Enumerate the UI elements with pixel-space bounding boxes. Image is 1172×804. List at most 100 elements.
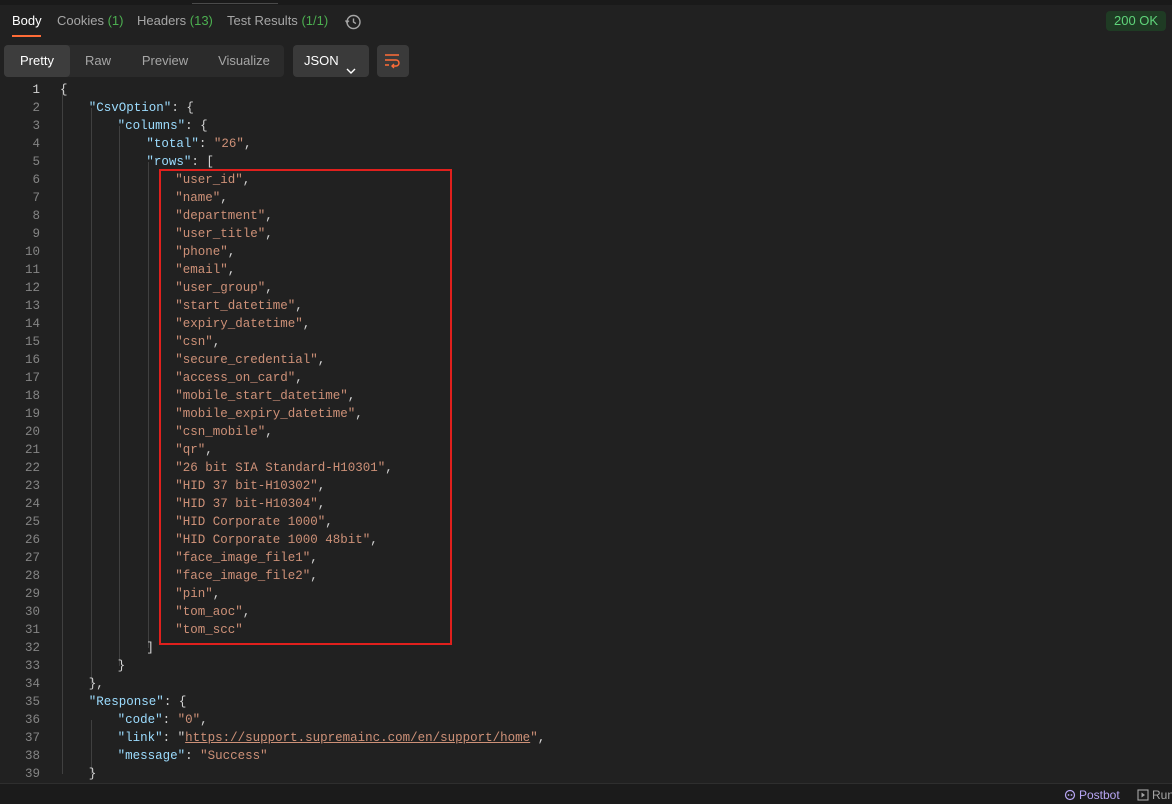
code-text: "access_on_card",: [175, 369, 303, 387]
json-punctuation: {: [60, 83, 68, 97]
code-line: 15 "csn",: [0, 333, 1172, 351]
line-number: 25: [24, 515, 40, 529]
code-text: "code": "0",: [118, 711, 208, 729]
json-string: "26 bit SIA Standard-H10301": [175, 461, 386, 475]
code-text: "Response": {: [89, 693, 187, 711]
response-link[interactable]: https://support.supremainc.com/en/suppor…: [185, 731, 530, 745]
code-text: "department",: [175, 207, 273, 225]
line-number: 4: [32, 137, 40, 151]
view-preview-button[interactable]: Preview: [126, 45, 204, 77]
code-text: "link": "https://support.supremainc.com/…: [118, 729, 546, 747]
code-line: 20 "csn_mobile",: [0, 423, 1172, 441]
status-bar: Postbot Run: [0, 783, 1172, 804]
json-punctuation: :: [162, 713, 178, 727]
runner-label: Run: [1152, 788, 1172, 802]
json-punctuation: }: [88, 767, 97, 781]
json-key: "rows": [146, 155, 192, 169]
line-number: 13: [24, 299, 40, 313]
json-punctuation: ,: [385, 461, 393, 475]
line-number: 17: [24, 371, 40, 385]
line-number: 34: [24, 677, 40, 691]
postbot-button[interactable]: Postbot: [1064, 788, 1120, 802]
code-line: 24 "HID 37 bit-H10304",: [0, 495, 1172, 513]
json-string: "tom_aoc": [175, 605, 243, 619]
code-text: "pin",: [175, 585, 220, 603]
tab-cookies-label: Cookies: [57, 13, 104, 28]
view-mode-group: Pretty Raw Preview Visualize: [4, 45, 284, 77]
code-line: 36 "code": "0",: [0, 711, 1172, 729]
code-line: 13 "start_datetime",: [0, 297, 1172, 315]
code-line: 28 "face_image_file2",: [0, 567, 1172, 585]
line-number: 15: [24, 335, 40, 349]
line-number: 21: [24, 443, 40, 457]
code-line: 22 "26 bit SIA Standard-H10301",: [0, 459, 1172, 477]
line-number: 39: [24, 767, 40, 781]
json-string: "email": [175, 263, 228, 277]
code-text: "columns": {: [118, 117, 208, 135]
json-string: "start_datetime": [175, 299, 296, 313]
json-punctuation: ,: [295, 371, 303, 385]
code-line: 9 "user_title",: [0, 225, 1172, 243]
code-text: },: [89, 675, 104, 693]
code-line: 3 "columns": {: [0, 117, 1172, 135]
tab-test-results-count: (1/1): [301, 13, 329, 28]
json-punctuation: ,: [242, 605, 251, 619]
json-string: "face_image_file1": [175, 551, 311, 565]
json-punctuation: ,: [212, 335, 221, 349]
tab-test-results[interactable]: Test Results (1/1): [227, 13, 328, 28]
view-raw-button[interactable]: Raw: [70, 45, 126, 77]
view-visualize-button[interactable]: Visualize: [204, 45, 284, 77]
json-string: "HID Corporate 1000 48bit": [175, 533, 371, 547]
runner-button[interactable]: Run: [1137, 788, 1172, 802]
line-number: 12: [24, 281, 40, 295]
line-number: 23: [24, 479, 40, 493]
code-text: "phone",: [175, 243, 235, 261]
json-punctuation: :: [185, 749, 201, 763]
json-string: "0": [177, 713, 201, 727]
code-line: 34},: [0, 675, 1172, 693]
tab-headers-label: Headers: [137, 13, 187, 28]
json-string: "HID 37 bit-H10304": [175, 497, 318, 511]
response-toolbar: Pretty Raw Preview Visualize JSON: [0, 45, 1172, 77]
tab-headers[interactable]: Headers (13): [137, 13, 213, 28]
wrap-lines-button[interactable]: [377, 45, 409, 77]
json-punctuation: ,: [243, 137, 252, 151]
line-number: 11: [24, 263, 40, 277]
json-punctuation: ,: [370, 533, 378, 547]
code-text: ]: [146, 639, 154, 657]
code-line: 21 "qr",: [0, 441, 1172, 459]
json-string: "access_on_card": [175, 371, 296, 385]
line-number: 38: [24, 749, 40, 763]
line-number: 31: [24, 623, 40, 637]
code-text: "user_group",: [175, 279, 273, 297]
format-select[interactable]: JSON: [293, 45, 369, 77]
json-string: "user_id": [175, 173, 243, 187]
json-punctuation: ,: [317, 353, 326, 367]
code-text: "CsvOption": {: [89, 99, 194, 117]
json-punctuation: ,: [325, 515, 333, 529]
code-text: "face_image_file2",: [175, 567, 318, 585]
line-number: 33: [24, 659, 40, 673]
json-string: "mobile_expiry_datetime": [175, 407, 356, 421]
code-editor[interactable]: 1{2 "CsvOption": {3 "columns": {4 "total": …: [0, 81, 1172, 783]
tab-cookies[interactable]: Cookies (1): [57, 13, 123, 28]
json-string: "qr": [175, 443, 206, 457]
wrap-lines-icon: [385, 54, 400, 69]
line-number: 27: [24, 551, 40, 565]
code-line: 23 "HID 37 bit-H10302",: [0, 477, 1172, 495]
line-number: 37: [24, 731, 40, 745]
line-number: 1: [32, 83, 40, 97]
line-number: 22: [24, 461, 40, 475]
json-punctuation: : {: [171, 101, 194, 115]
code-line: 35 "Response": {: [0, 693, 1172, 711]
code-line: 26 "HID Corporate 1000 48bit",: [0, 531, 1172, 549]
tab-body[interactable]: Body: [12, 13, 42, 28]
view-pretty-button[interactable]: Pretty: [4, 45, 70, 77]
line-number: 36: [24, 713, 40, 727]
code-text: "HID 37 bit-H10302",: [175, 477, 325, 495]
code-text: "tom_aoc",: [175, 603, 250, 621]
json-string: "csn_mobile": [175, 425, 266, 439]
history-icon[interactable]: [344, 13, 362, 31]
json-key: "code": [117, 713, 163, 727]
line-number: 5: [32, 155, 40, 169]
